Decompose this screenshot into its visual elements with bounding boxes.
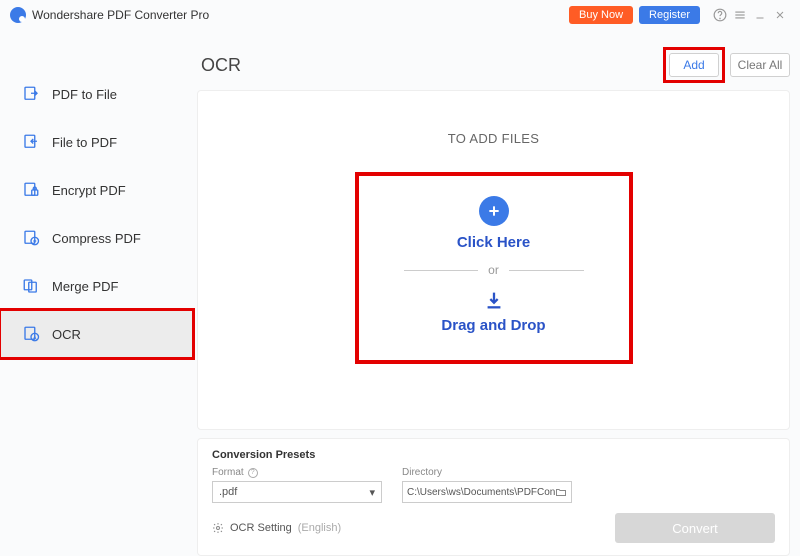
sidebar-item-label: PDF to File (52, 87, 117, 102)
ocr-icon: A (22, 325, 40, 343)
ocr-setting-link[interactable]: OCR Setting (230, 522, 292, 534)
sidebar-item-compress-pdf[interactable]: Compress PDF (0, 214, 193, 262)
sidebar-item-merge-pdf[interactable]: Merge PDF (0, 262, 193, 310)
sidebar-item-label: Merge PDF (52, 279, 118, 294)
format-select[interactable]: .pdf ▾ (212, 481, 382, 503)
format-value: .pdf (219, 486, 237, 498)
add-plus-icon[interactable] (479, 196, 509, 226)
presets-title: Conversion Presets (212, 449, 775, 461)
presets-panel: Conversion Presets Format? .pdf ▾ Direct… (197, 438, 790, 556)
close-icon[interactable] (770, 5, 790, 25)
clear-all-button[interactable]: Clear All (730, 53, 790, 77)
drop-box-highlight[interactable]: Click Here or Drag and Drop (359, 176, 629, 360)
gear-icon[interactable] (212, 522, 224, 534)
sidebar-item-label: Encrypt PDF (52, 183, 126, 198)
app-title: Wondershare PDF Converter Pro (32, 8, 209, 22)
merge-pdf-icon (22, 277, 40, 295)
drop-area[interactable]: TO ADD FILES Click Here or Drag and Drop (197, 90, 790, 430)
directory-value: C:\Users\ws\Documents\PDFConvert (407, 487, 555, 498)
sidebar-item-label: File to PDF (52, 135, 117, 150)
pdf-to-file-icon (22, 85, 40, 103)
sidebar-item-encrypt-pdf[interactable]: Encrypt PDF (0, 166, 193, 214)
download-icon (483, 289, 505, 311)
sidebar-item-file-to-pdf[interactable]: File to PDF (0, 118, 193, 166)
file-to-pdf-icon (22, 133, 40, 151)
ocr-language: (English) (298, 522, 341, 534)
sidebar: PDF to File File to PDF Encrypt PDF Comp… (0, 30, 193, 556)
chevron-down-icon: ▾ (369, 486, 375, 499)
directory-field[interactable]: C:\Users\ws\Documents\PDFConvert (402, 481, 572, 503)
drop-heading: TO ADD FILES (448, 131, 540, 146)
sidebar-item-label: OCR (52, 327, 81, 342)
buy-now-button[interactable]: Buy Now (569, 6, 633, 24)
compress-pdf-icon (22, 229, 40, 247)
page-title: OCR (197, 55, 666, 76)
convert-button[interactable]: Convert (615, 513, 775, 543)
add-button-highlight: Add (666, 50, 722, 80)
menu-icon[interactable] (730, 5, 750, 25)
titlebar: Wondershare PDF Converter Pro Buy Now Re… (0, 0, 800, 30)
app-logo-icon (10, 7, 26, 23)
svg-text:A: A (33, 335, 37, 341)
click-here-text[interactable]: Click Here (457, 234, 530, 251)
drag-drop-text: Drag and Drop (441, 317, 545, 334)
format-label: Format? (212, 467, 382, 478)
sidebar-item-label: Compress PDF (52, 231, 141, 246)
content-area: OCR Add Clear All TO ADD FILES Click Her… (193, 30, 800, 556)
help-icon[interactable] (710, 5, 730, 25)
folder-icon[interactable] (555, 486, 567, 498)
minimize-icon[interactable] (750, 5, 770, 25)
add-button[interactable]: Add (669, 53, 719, 77)
sidebar-item-ocr[interactable]: A OCR (0, 310, 193, 358)
register-button[interactable]: Register (639, 6, 700, 24)
encrypt-pdf-icon (22, 181, 40, 199)
sidebar-item-pdf-to-file[interactable]: PDF to File (0, 70, 193, 118)
directory-label: Directory (402, 467, 572, 478)
or-divider: or (404, 263, 584, 277)
or-label: or (488, 263, 499, 277)
help-hint-icon[interactable]: ? (248, 468, 258, 478)
